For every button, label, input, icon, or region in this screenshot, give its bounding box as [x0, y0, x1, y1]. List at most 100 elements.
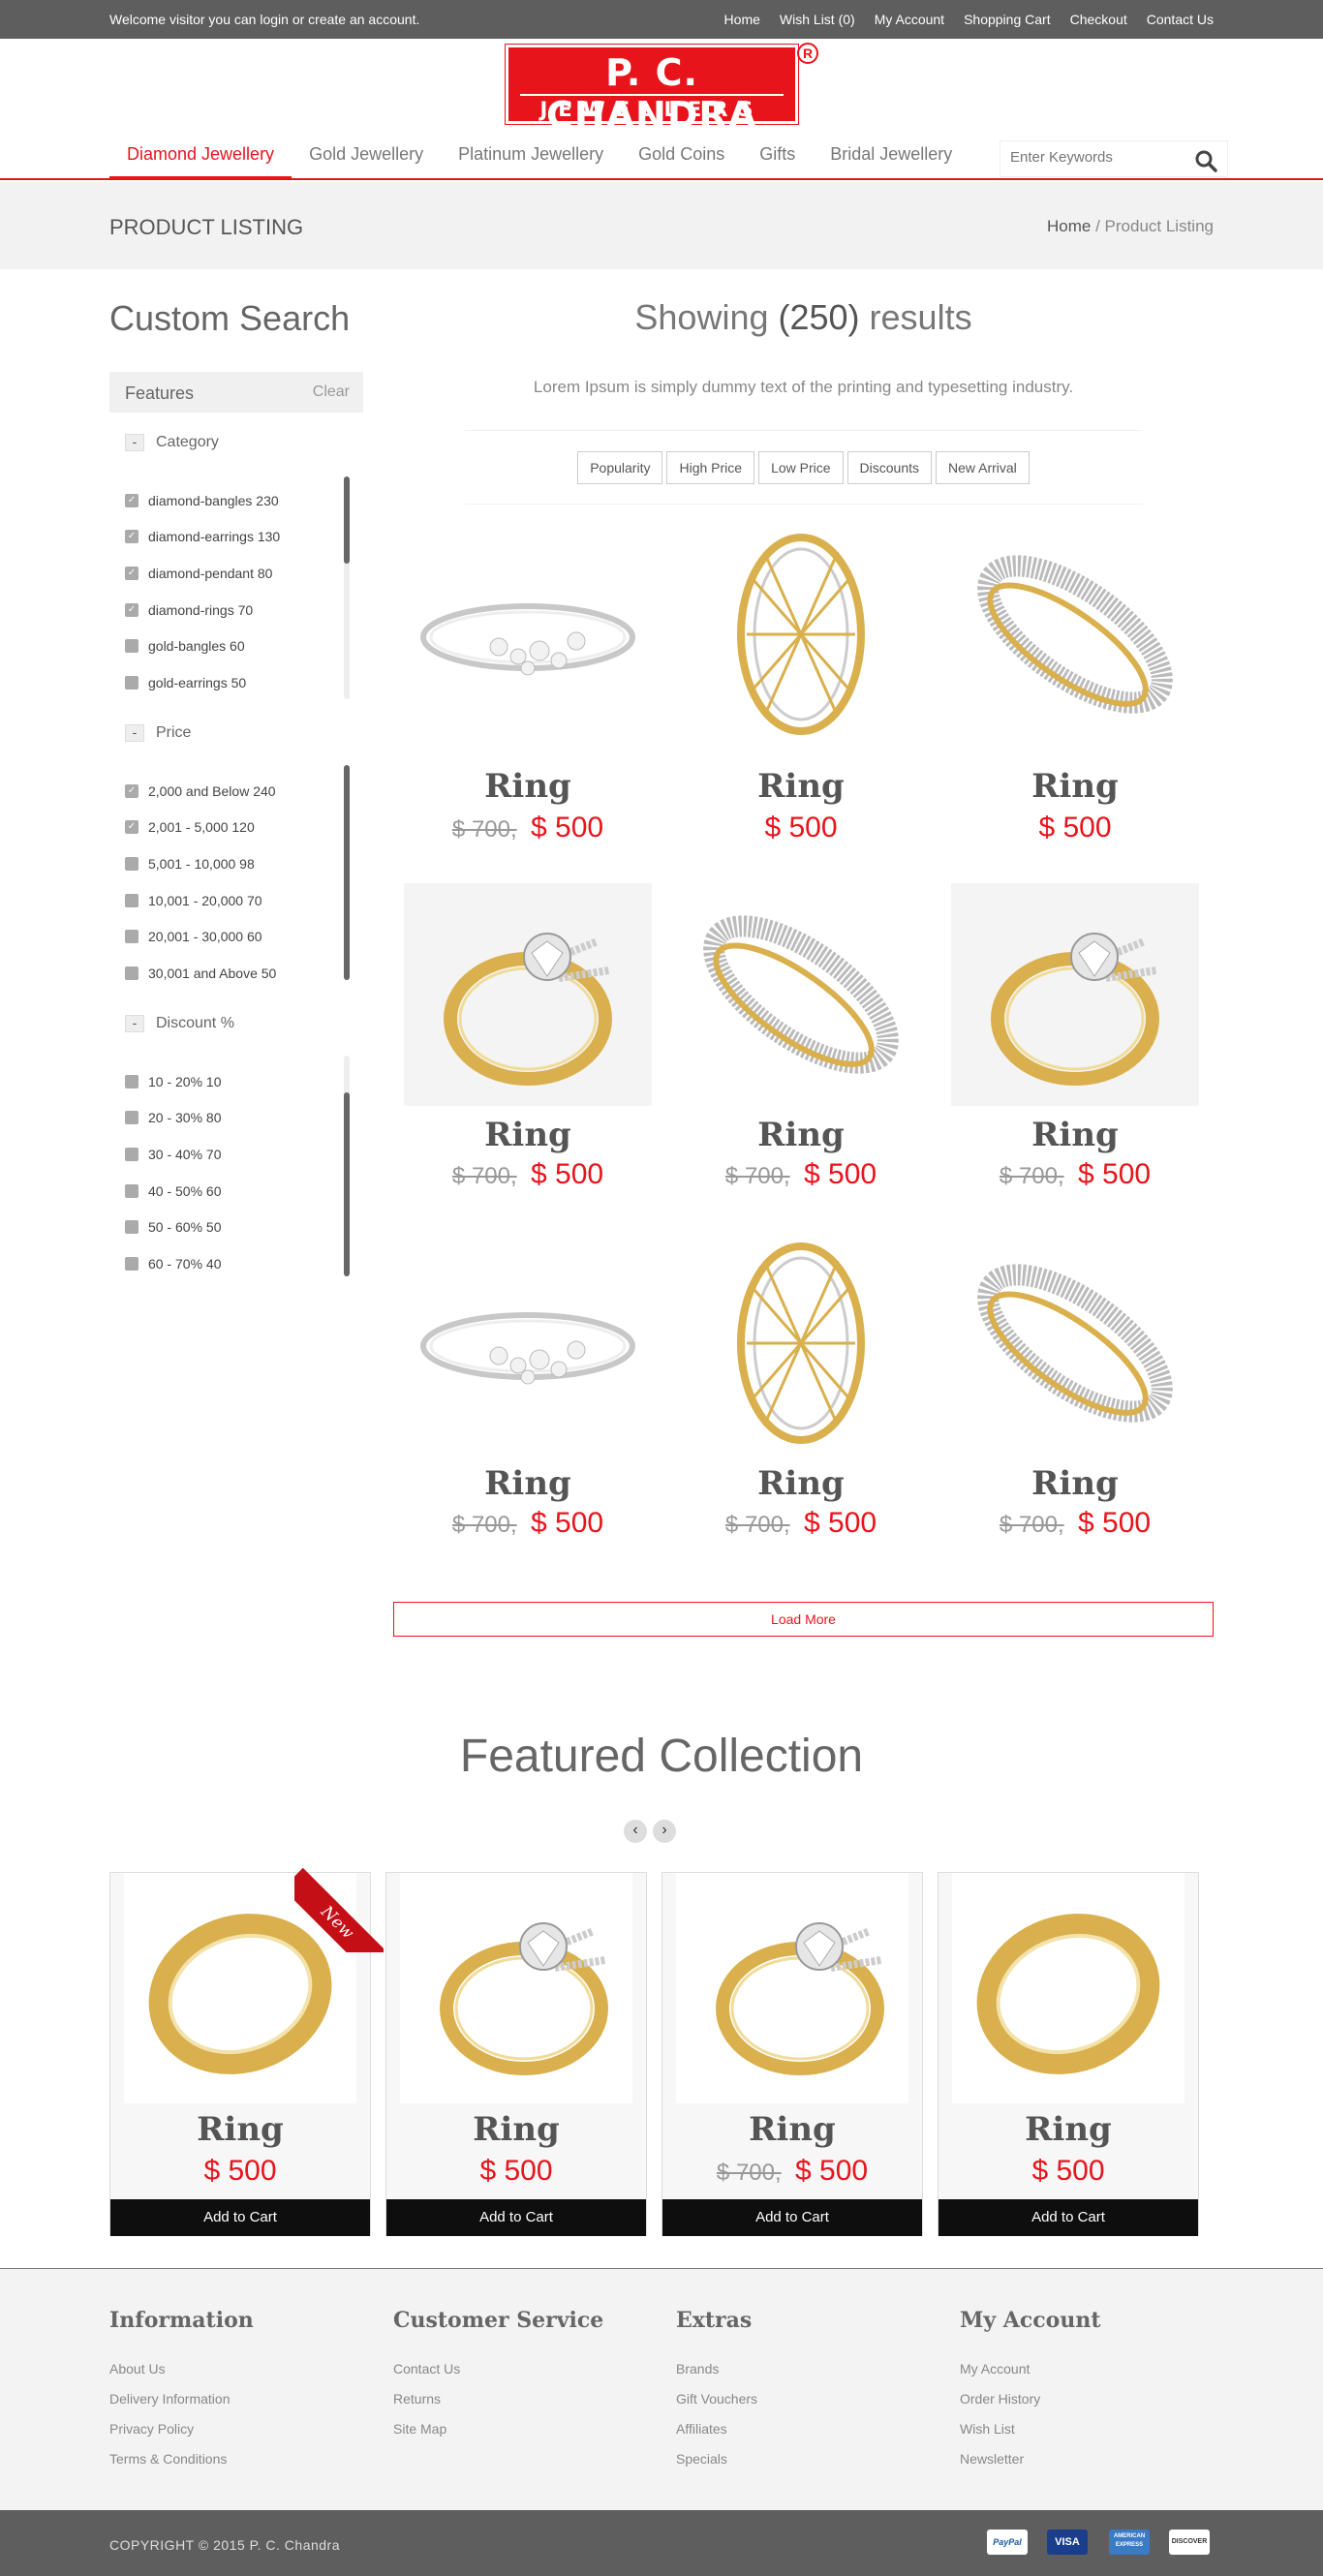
featured-card[interactable]: Ring $ 700, $ 500 Add to Cart — [662, 1872, 923, 2236]
featured-image[interactable] — [676, 1873, 908, 2103]
footer-link[interactable]: About Us — [109, 2354, 361, 2384]
carousel-prev-icon[interactable]: ‹ — [624, 1820, 647, 1843]
filter-option[interactable]: ✓ diamond-earrings 130 — [125, 519, 280, 556]
footer-link[interactable]: Brands — [676, 2354, 928, 2384]
checkbox-icon[interactable] — [125, 1147, 138, 1161]
product-name[interactable]: Ring — [404, 1116, 652, 1154]
checkbox-checked-icon[interactable]: ✓ — [125, 820, 138, 835]
footer-link[interactable]: Site Map — [393, 2414, 645, 2444]
nav-gifts[interactable]: Gifts — [742, 140, 813, 179]
footer-link[interactable]: Order History — [960, 2384, 1212, 2414]
carousel-next-icon[interactable]: › — [653, 1820, 676, 1843]
checkbox-icon[interactable] — [125, 966, 138, 980]
nav-bridal-jewellery[interactable]: Bridal Jewellery — [813, 140, 969, 179]
search-icon[interactable] — [1194, 149, 1217, 172]
product-image[interactable] — [404, 523, 652, 746]
scrollbar-thumb[interactable] — [344, 1092, 350, 1276]
checkbox-icon[interactable] — [125, 675, 138, 690]
add-to-cart-button[interactable]: Add to Cart — [110, 2199, 370, 2236]
featured-card[interactable]: Ring $ 500 Add to Cart — [385, 1872, 647, 2236]
checkbox-checked-icon[interactable]: ✓ — [125, 493, 138, 507]
filter-option[interactable]: 20,001 - 30,000 60 — [125, 918, 276, 955]
footer-link[interactable]: Specials — [676, 2444, 928, 2474]
footer-link[interactable]: Gift Vouchers — [676, 2384, 928, 2414]
collapse-discount-button[interactable]: - — [125, 1015, 144, 1032]
featured-name[interactable]: Ring — [662, 2110, 922, 2149]
nav-gold-coins[interactable]: Gold Coins — [621, 140, 742, 179]
checkbox-icon[interactable] — [125, 1111, 138, 1125]
search-input[interactable] — [1010, 149, 1185, 166]
featured-card[interactable]: Ring $ 500 Add to Cart New — [109, 1867, 384, 2236]
checkbox-icon[interactable] — [125, 1256, 138, 1271]
filter-option[interactable]: ✓ 2,001 - 5,000 120 — [125, 810, 276, 846]
footer-link[interactable]: Privacy Policy — [109, 2414, 361, 2444]
filter-option[interactable]: 20 - 30% 80 — [125, 1100, 222, 1137]
product-name[interactable]: Ring — [951, 1116, 1199, 1154]
checkbox-icon[interactable] — [125, 930, 138, 944]
product-image[interactable] — [951, 523, 1199, 746]
product-name[interactable]: Ring — [677, 767, 925, 806]
nav-platinum-jewellery[interactable]: Platinum Jewellery — [441, 140, 621, 179]
checkbox-icon[interactable] — [125, 639, 138, 654]
checkbox-icon[interactable] — [125, 856, 138, 871]
product-name[interactable]: Ring — [951, 1464, 1199, 1503]
add-to-cart-button[interactable]: Add to Cart — [386, 2199, 646, 2236]
load-more-button[interactable]: Load More — [393, 1602, 1214, 1637]
filter-option[interactable]: 30,001 and Above 50 — [125, 955, 276, 992]
featured-image[interactable] — [400, 1873, 632, 2103]
filter-option[interactable]: gold-bangles 60 — [125, 628, 280, 664]
product-name[interactable]: Ring — [677, 1116, 925, 1154]
product-image[interactable] — [951, 883, 1199, 1106]
sort-new-arrival-button[interactable]: New Arrival — [936, 451, 1030, 484]
footer-link[interactable]: Affiliates — [676, 2414, 928, 2444]
filter-option[interactable]: ✓ diamond-rings 70 — [125, 592, 280, 629]
featured-name[interactable]: Ring — [386, 2110, 646, 2149]
top-link-contact-us[interactable]: Contact Us — [1147, 12, 1214, 27]
filter-option[interactable]: ✓ diamond-bangles 230 — [125, 482, 280, 519]
checkbox-checked-icon[interactable]: ✓ — [125, 602, 138, 617]
product-name[interactable]: Ring — [404, 1464, 652, 1503]
filter-option[interactable]: ✓ 2,000 and Below 240 — [125, 773, 276, 810]
discount-scrollbar[interactable] — [344, 1056, 350, 1276]
featured-image[interactable] — [952, 1873, 1185, 2103]
product-image[interactable] — [677, 523, 925, 746]
checkbox-icon[interactable] — [125, 1183, 138, 1198]
footer-link[interactable]: Delivery Information — [109, 2384, 361, 2414]
footer-link[interactable]: Wish List — [960, 2414, 1212, 2444]
filter-option[interactable]: 60 - 70% 40 — [125, 1245, 222, 1282]
scrollbar-thumb[interactable] — [344, 765, 350, 980]
product-image[interactable] — [677, 883, 925, 1106]
footer-link[interactable]: Returns — [393, 2384, 645, 2414]
checkbox-icon[interactable] — [125, 893, 138, 907]
collapse-price-button[interactable]: - — [125, 724, 144, 742]
footer-link[interactable]: Terms & Conditions — [109, 2444, 361, 2474]
category-scrollbar[interactable] — [344, 476, 350, 699]
add-to-cart-button[interactable]: Add to Cart — [662, 2199, 922, 2236]
breadcrumb-home[interactable]: Home — [1047, 217, 1091, 235]
filter-option[interactable]: 10,001 - 20,000 70 — [125, 882, 276, 919]
clear-filters-button[interactable]: Clear — [313, 383, 350, 401]
nav-gold-jewellery[interactable]: Gold Jewellery — [292, 140, 441, 179]
filter-option[interactable]: ✓ diamond-pendant 80 — [125, 555, 280, 592]
filter-option[interactable]: 50 - 60% 50 — [125, 1209, 222, 1245]
checkbox-icon[interactable] — [125, 1074, 138, 1089]
product-name[interactable]: Ring — [951, 767, 1199, 806]
footer-link[interactable]: Contact Us — [393, 2354, 645, 2384]
collapse-category-button[interactable]: - — [125, 434, 144, 451]
footer-link[interactable]: Newsletter — [960, 2444, 1212, 2474]
top-link-shopping-cart[interactable]: Shopping Cart — [964, 12, 1051, 27]
add-to-cart-button[interactable]: Add to Cart — [938, 2199, 1198, 2236]
product-image[interactable] — [677, 1232, 925, 1455]
top-link-home[interactable]: Home — [724, 12, 760, 27]
product-name[interactable]: Ring — [404, 767, 652, 806]
product-image[interactable] — [951, 1232, 1199, 1455]
sort-low-price-button[interactable]: Low Price — [758, 451, 844, 484]
checkbox-checked-icon[interactable]: ✓ — [125, 783, 138, 798]
top-link-checkout[interactable]: Checkout — [1070, 12, 1127, 27]
product-image[interactable] — [404, 1232, 652, 1455]
filter-option[interactable]: 30 - 40% 70 — [125, 1136, 222, 1173]
checkbox-checked-icon[interactable]: ✓ — [125, 530, 138, 544]
checkbox-checked-icon[interactable]: ✓ — [125, 566, 138, 580]
sort-high-price-button[interactable]: High Price — [666, 451, 755, 484]
top-link-my-account[interactable]: My Account — [875, 12, 944, 27]
